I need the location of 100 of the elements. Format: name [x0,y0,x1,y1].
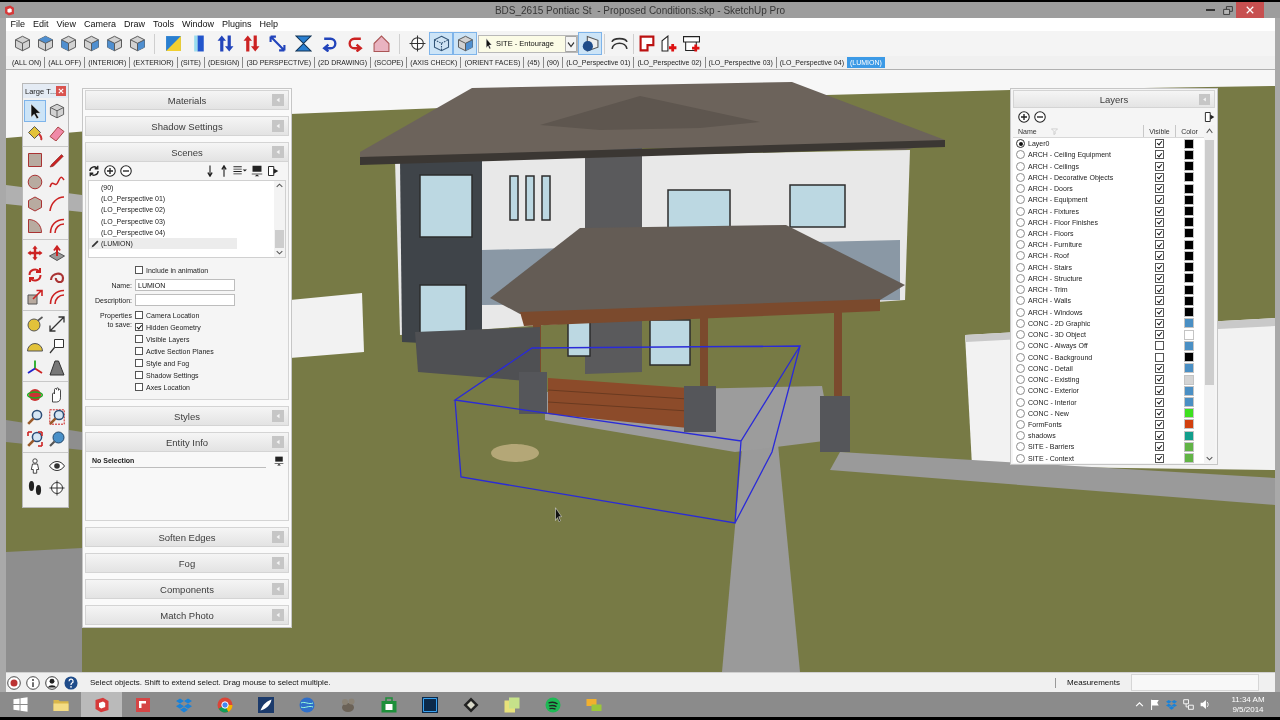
visible-checkbox[interactable] [1154,262,1164,272]
visible-checkbox[interactable] [1154,195,1164,205]
panel-header[interactable]: Components [85,579,289,599]
layer-radio[interactable] [1016,453,1025,463]
visible-checkbox[interactable] [1154,296,1164,306]
layer-radio[interactable] [1016,386,1025,396]
layer-color-swatch[interactable] [1184,262,1194,273]
layer-radio[interactable] [1016,161,1025,171]
layer-color-swatch[interactable] [1184,273,1194,284]
visible-checkbox[interactable] [1154,172,1164,182]
layer-color-swatch[interactable] [1184,453,1194,464]
panel-toggle-icon[interactable] [274,456,284,466]
panel-toggle-icon[interactable] [251,164,263,177]
layer-radio[interactable] [1016,341,1025,351]
layer-radio[interactable] [1016,139,1025,149]
visible-checkbox[interactable] [1154,408,1164,418]
scrollbar[interactable] [274,181,285,257]
speaker-icon[interactable] [1200,699,1210,710]
visible-checkbox[interactable] [1154,419,1164,429]
add-icon[interactable] [1018,110,1030,123]
visible-checkbox[interactable] [1154,307,1164,317]
visible-checkbox[interactable] [1154,442,1164,452]
layer-radio[interactable] [1016,273,1025,283]
layer-color-swatch[interactable] [1184,430,1194,441]
help-icon[interactable] [64,675,78,690]
checkbox[interactable] [135,383,143,391]
panel-header[interactable]: Scenes [85,142,289,162]
layer-radio[interactable] [1016,307,1025,317]
layer-radio[interactable] [1016,330,1025,340]
layer-radio[interactable] [1016,285,1025,295]
visible-checkbox[interactable] [1154,318,1164,328]
target-icon[interactable] [7,675,21,690]
layer-color-swatch[interactable] [1184,397,1194,407]
layer-color-swatch[interactable] [1184,172,1194,183]
checkbox[interactable] [135,335,143,343]
remove-icon[interactable] [120,164,132,177]
layer-radio[interactable] [1016,172,1025,182]
layer-color-swatch[interactable] [1184,329,1194,340]
checkbox[interactable] [135,359,143,367]
checkbox[interactable] [135,323,143,331]
layer-color-swatch[interactable] [1184,374,1194,385]
arrow-up-icon[interactable] [219,164,229,177]
visible-checkbox[interactable] [1154,352,1164,362]
layer-color-swatch[interactable] [1184,352,1194,363]
layer-color-swatch[interactable] [1184,239,1194,250]
visible-checkbox[interactable] [1154,139,1164,149]
menu-item[interactable]: Edit [29,18,53,31]
layer-radio[interactable] [1016,296,1025,306]
layer-radio[interactable] [1016,363,1025,373]
add-icon[interactable] [104,164,116,177]
layer-radio[interactable] [1016,229,1025,238]
menu-item[interactable]: Plugins [218,18,255,31]
scrollbar[interactable] [1204,125,1215,463]
layer-color-swatch[interactable] [1184,206,1194,216]
layer-color-swatch[interactable] [1184,340,1194,351]
menu-item[interactable]: Window [178,18,218,31]
layer-color-swatch[interactable] [1184,284,1194,295]
scrollbar-thumb[interactable] [1205,140,1214,385]
layer-color-swatch[interactable] [1184,183,1194,194]
info-icon[interactable] [26,675,40,690]
layer-radio[interactable] [1016,206,1025,216]
panel-header[interactable]: Styles [85,406,289,426]
close-icon[interactable] [56,86,67,96]
visible-checkbox[interactable] [1154,229,1164,238]
panel-header[interactable]: Match Photo [85,605,289,625]
close-button[interactable] [1236,2,1264,18]
menu-item[interactable]: Tools [149,18,178,31]
layer-radio[interactable] [1016,184,1025,194]
layer-radio[interactable] [1016,195,1025,205]
layer-radio[interactable] [1016,442,1025,452]
layer-radio[interactable] [1016,431,1025,441]
network-icon[interactable] [1183,699,1194,710]
panel-header[interactable]: Entity Info [85,432,289,452]
layer-color-swatch[interactable] [1184,161,1194,172]
menu-item[interactable]: Help [256,18,282,31]
refresh-icon[interactable] [88,164,100,177]
visible-checkbox[interactable] [1154,161,1164,171]
panel-header[interactable]: Materials [85,90,289,110]
visible-checkbox[interactable] [1154,184,1164,194]
remove-icon[interactable] [1034,110,1046,123]
visible-checkbox[interactable] [1154,330,1164,340]
layer-color-swatch[interactable] [1184,217,1194,228]
toolbar-button[interactable] [578,32,602,55]
layer-radio[interactable] [1016,397,1025,407]
description-field[interactable] [135,294,235,306]
layer-radio[interactable] [1016,352,1025,362]
menu-item[interactable]: Camera [80,18,120,31]
layer-color-swatch[interactable] [1184,295,1194,306]
layer-color-swatch[interactable] [1184,318,1194,329]
list-menu-icon[interactable] [233,165,247,176]
menu-item[interactable]: Draw [120,18,149,31]
toolbar-button[interactable] [429,32,453,55]
layer-color-swatch[interactable] [1184,441,1194,452]
layer-color-swatch[interactable] [1184,138,1194,149]
visible-checkbox[interactable] [1154,363,1164,373]
layer-color-swatch[interactable] [1184,250,1194,261]
layer-radio[interactable] [1016,408,1025,418]
panel-header[interactable]: Fog [85,553,289,573]
layer-color-swatch[interactable] [1184,363,1194,374]
layer-radio[interactable] [1016,262,1025,272]
